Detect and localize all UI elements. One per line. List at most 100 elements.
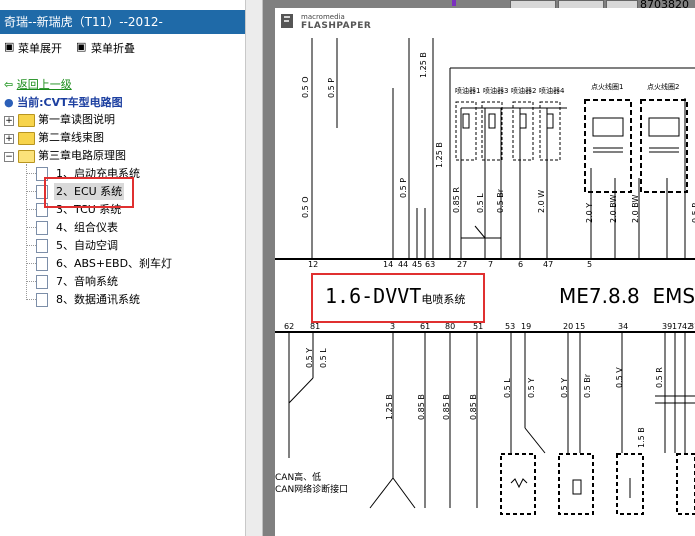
ems-label: ME7.8.8 EMS <box>559 284 695 308</box>
schematic-page: macromedia FLASHPAPER 1.6-DVVT电喷系统 ME7.8… <box>275 8 695 536</box>
engine-system-code: 1.6-DVVT <box>325 284 422 308</box>
flashpaper-logo <box>281 14 293 28</box>
injector-label: 喷油器2 <box>511 87 537 95</box>
pin-number: 37 <box>689 322 695 331</box>
wire-label: 0.85 B <box>442 394 451 420</box>
tree-branch <box>26 299 36 300</box>
wire-label: 0.5 L <box>319 348 328 368</box>
pin-number: 45 <box>412 260 423 269</box>
wire-label: 0.5 R <box>655 367 664 388</box>
pin-number: 62 <box>284 322 295 331</box>
pin-number: 81 <box>310 322 321 331</box>
pin-number: 17 <box>672 322 683 331</box>
injector-boxes <box>455 101 561 161</box>
window-title: 奇瑞--新瑞虎（T11）--2012- <box>0 10 245 34</box>
expand-icon[interactable]: ▣ <box>4 40 14 53</box>
wire-label: 0.5 R <box>691 202 695 223</box>
panel-splitter[interactable] <box>246 0 263 536</box>
pin-number: 39 <box>662 322 673 331</box>
tree-chapter-1[interactable]: 第一章读图说明 <box>38 111 115 128</box>
pin-number: 19 <box>521 322 532 331</box>
tree-chapter-3[interactable]: 第三章电路原理图 <box>38 147 126 164</box>
wire-label: 2.0 W <box>537 189 546 213</box>
menu-toolbar: ▣ 菜单展开 ▣ 菜单折叠 <box>0 40 245 58</box>
wire-label: 0.5 O <box>301 196 310 218</box>
sensor-boxes <box>500 453 695 515</box>
wire-label: 0.5 O <box>301 76 310 98</box>
injector-label: 喷油器3 <box>483 87 509 95</box>
wire-label: 0.5 P <box>327 77 336 98</box>
wire-label: 0.5 L <box>503 378 512 398</box>
collapse-toggle-icon[interactable]: − <box>4 152 14 162</box>
collapse-icon[interactable]: ▣ <box>76 40 86 53</box>
wire-label: 1.25 B <box>435 142 444 168</box>
pin-number: 14 <box>383 260 394 269</box>
back-arrow-icon: ⇦ <box>4 78 14 91</box>
pin-number: 5 <box>587 260 593 269</box>
document-icon <box>36 221 48 235</box>
tree-branch <box>26 209 36 210</box>
wire-label: 0.5 Br <box>496 188 505 213</box>
current-location-label: 当前:CVT车型电路图 <box>17 96 123 109</box>
wire-label: 0.5 Y <box>560 377 569 398</box>
pin-number: 53 <box>505 322 516 331</box>
tree-item-8[interactable]: 8、数据通讯系统 <box>56 291 140 308</box>
tree-branch <box>26 191 36 192</box>
wire-label: 0.5 Br <box>583 373 592 398</box>
tree-item-6[interactable]: 6、ABS+EBD、刹车灯 <box>56 255 172 272</box>
ignition-coil-label: 点火线圈1 <box>591 83 624 91</box>
tree-item-5[interactable]: 5、自动空调 <box>56 237 118 254</box>
upper-wires <box>311 38 695 258</box>
tree-branch <box>26 281 36 282</box>
wire-label: 2.0 BW <box>631 194 640 223</box>
tree-branch <box>26 173 36 174</box>
engine-system-suffix: 电喷系统 <box>421 293 466 306</box>
pin-number: 3 <box>390 322 396 331</box>
pin-number: 7 <box>488 260 494 269</box>
ignition-coils <box>592 117 680 153</box>
document-icon <box>36 257 48 271</box>
pin-number: 47 <box>543 260 554 269</box>
tree-branch <box>26 263 36 264</box>
highlight-box <box>44 177 134 208</box>
wire-label: 0.5 Y <box>305 347 314 368</box>
folder-icon <box>18 114 35 127</box>
tree-branch <box>26 245 36 246</box>
pin-number: 61 <box>420 322 431 331</box>
ignition-coil-boxes <box>584 99 688 193</box>
pin-number: 51 <box>473 322 484 331</box>
expand-menu-button[interactable]: 菜单展开 <box>18 40 62 56</box>
document-icon <box>36 239 48 253</box>
pin-number: 12 <box>308 260 319 269</box>
expand-toggle-icon[interactable]: + <box>4 116 14 126</box>
logo-top-text: macromedia <box>301 13 345 21</box>
open-folder-icon <box>18 150 35 163</box>
pin-number: 27 <box>457 260 468 269</box>
ignition-coil-label: 点火线圈2 <box>647 83 680 91</box>
current-location: ● 当前:CVT车型电路图 <box>4 94 123 111</box>
wire-label: 1.5 B <box>637 427 646 448</box>
location-icon: ● <box>4 96 14 109</box>
wire-label: 1.25 B <box>419 52 428 78</box>
folder-icon <box>18 132 35 145</box>
pin-number: 6 <box>518 260 524 269</box>
back-link[interactable]: ⇦ 返回上一级 <box>4 76 72 93</box>
tree-branch <box>26 227 36 228</box>
wire-label: 0.5 V <box>615 367 624 388</box>
tree-item-7[interactable]: 7、音响系统 <box>56 273 118 290</box>
collapse-menu-button[interactable]: 菜单折叠 <box>91 40 135 56</box>
logo-bottom-text: FLASHPAPER <box>301 21 372 31</box>
tree-item-4[interactable]: 4、组合仪表 <box>56 219 118 236</box>
lower-wires <box>288 332 695 509</box>
back-link-label[interactable]: 返回上一级 <box>17 78 72 91</box>
expand-toggle-icon[interactable]: + <box>4 134 14 144</box>
wire-label: 0.85 B <box>469 394 478 420</box>
wire-label: 0.85 B <box>417 394 426 420</box>
tree-chapter-2[interactable]: 第二章线束图 <box>38 129 104 146</box>
nav-panel: 奇瑞--新瑞虎（T11）--2012- ▣ 菜单展开 ▣ 菜单折叠 ⇦ 返回上一… <box>0 0 246 536</box>
pin-number: 34 <box>618 322 629 331</box>
pin-number: 80 <box>445 322 456 331</box>
pin-number: 15 <box>575 322 586 331</box>
wire-label: 0.85 R <box>452 187 461 213</box>
injector-label: 喷油器1 <box>455 87 481 95</box>
